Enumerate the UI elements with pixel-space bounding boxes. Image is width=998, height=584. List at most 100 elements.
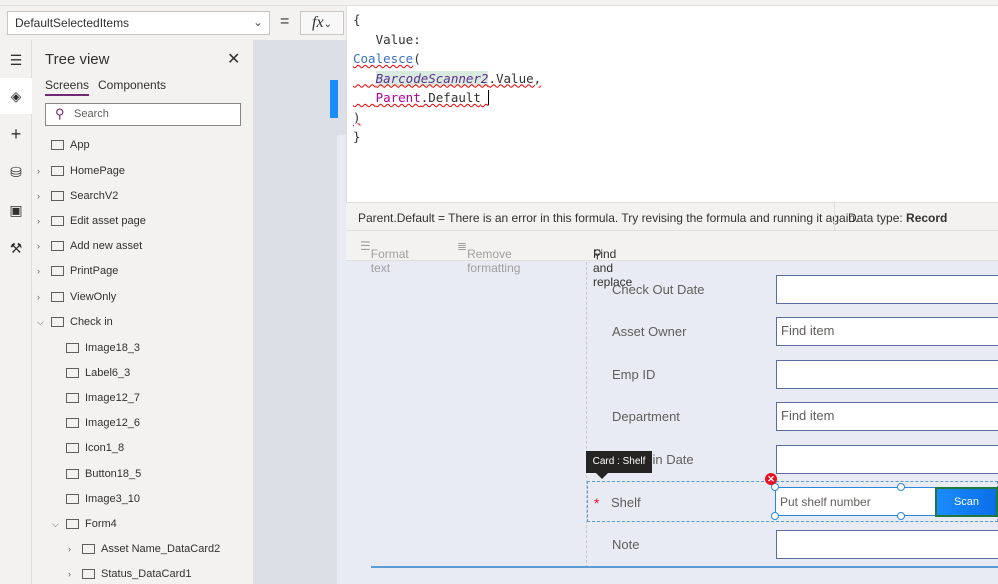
screen-icon (51, 216, 64, 227)
field-label: Check Out Date (612, 282, 705, 297)
left-rail: ☰ ◈ + ⛁ ▣ ⚒ (0, 40, 32, 584)
error-message: Parent.Default = There is an error in th… (358, 211, 859, 225)
error-icon[interactable]: ✕ (765, 473, 777, 485)
button-icon (66, 469, 79, 480)
tree-view-title: Tree view (45, 51, 110, 68)
tree-item-label: Image12_7 (85, 392, 141, 404)
resize-handle[interactable] (897, 483, 905, 491)
field-input[interactable]: Find item (776, 317, 998, 346)
chevron-down-icon: ⌄ (323, 19, 332, 30)
tree-item-label: Button18_5 (85, 468, 142, 480)
resize-handle[interactable] (771, 512, 779, 520)
label-icon (66, 368, 79, 379)
field-label: Emp ID (612, 367, 656, 382)
formula-editor[interactable]: { Value: Coalesce( BarcodeScanner2.Value… (346, 6, 998, 202)
tree-item[interactable]: › Status_DataCard1 (68, 564, 192, 584)
tree-item[interactable]: › SearchV2 (37, 186, 119, 206)
screen-icon (51, 292, 64, 303)
tree-item[interactable]: Image12_6 (66, 413, 140, 433)
tree-item[interactable]: › Asset Name_DataCard2 (68, 539, 220, 559)
field-input[interactable] (776, 445, 998, 474)
tree-item[interactable]: Label6_3 (66, 363, 130, 383)
tree-item-label: Edit asset page (70, 215, 146, 227)
resize-handle[interactable] (897, 512, 905, 520)
tree-item-label: Icon1_8 (85, 442, 125, 454)
screen-icon (51, 166, 64, 177)
chevron-right-icon[interactable]: › (37, 186, 40, 206)
search-icon: ⚲ (55, 106, 65, 121)
tree-item[interactable]: Image12_7 (66, 388, 140, 408)
tree-view-panel: Tree view ✕ Screens Components ⚲ Search A… (33, 40, 254, 584)
screen-icon (51, 191, 64, 202)
property-dropdown[interactable]: DefaultSelectedItems ⌄ (7, 11, 270, 35)
image-icon (66, 343, 79, 354)
formula-code[interactable]: { Value: Coalesce( BarcodeScanner2.Value… (353, 10, 541, 147)
tree-item[interactable]: ⌵ Form4 (52, 514, 117, 534)
chevron-down-icon[interactable]: ⌵ (37, 312, 44, 332)
shelf-input[interactable]: Put shelf number (775, 487, 937, 516)
required-mark: * (594, 495, 600, 511)
tree-item-label: Add new asset (70, 240, 143, 252)
tree-item[interactable]: › ViewOnly (37, 287, 116, 307)
property-name: DefaultSelectedItems (15, 16, 130, 30)
form-card: Check Out Date Asset Owner Find item Emp ID… (586, 262, 998, 568)
tab-screens[interactable]: Screens (45, 78, 90, 96)
tree-item[interactable]: Icon1_8 (66, 438, 124, 458)
tree-item[interactable]: › HomePage (37, 161, 126, 181)
layers-icon[interactable]: ◈ (0, 78, 32, 114)
icons-icon (66, 443, 79, 454)
field-input[interactable]: Find item (776, 402, 998, 431)
chevron-right-icon[interactable]: › (37, 261, 40, 281)
search-placeholder: Search (74, 108, 109, 120)
tree-item-label: Label6_3 (85, 367, 131, 379)
tree-item[interactable]: › PrintPage (37, 261, 119, 281)
tree-item[interactable]: ⌵ Check in (37, 312, 113, 332)
field-input[interactable] (776, 360, 998, 389)
close-icon[interactable]: ✕ (227, 49, 240, 69)
screen-icon (51, 266, 64, 277)
tree-item[interactable]: Image18_3 (66, 338, 140, 358)
card-icon (82, 569, 95, 580)
database-icon[interactable]: ⛁ (0, 154, 32, 190)
app-icon (51, 140, 64, 151)
tree-item-label: Form4 (85, 518, 117, 530)
tree-item[interactable]: Button18_5 (66, 464, 141, 484)
tree-item-label: Image12_6 (85, 417, 141, 429)
tree-item-label: HomePage (70, 165, 126, 177)
remove-formatting-button[interactable]: ≣ Remove formatting (457, 239, 520, 275)
chevron-right-icon[interactable]: › (37, 236, 40, 256)
shelf-label: Shelf (611, 495, 641, 510)
chevron-right-icon[interactable]: › (68, 564, 71, 584)
tree-item[interactable]: Image3_10 (66, 489, 140, 509)
fx-button[interactable]: fx⌄ (300, 11, 344, 35)
chevron-down-icon[interactable]: ⌵ (52, 514, 59, 534)
tree-item[interactable]: App (51, 135, 90, 155)
tree-item-label: Image3_10 (85, 493, 141, 505)
tree-item-label: Image18_3 (85, 342, 141, 354)
tree-item-label: PrintPage (70, 265, 119, 277)
fx-icon: fx (312, 14, 324, 31)
tree-item[interactable]: › Add new asset (37, 236, 143, 256)
hamburger-menu-icon[interactable]: ☰ (0, 42, 32, 78)
tree-item-label: App (70, 139, 90, 151)
field-input[interactable] (776, 275, 998, 304)
tree-item[interactable]: › Edit asset page (37, 211, 146, 231)
field-label: Note (612, 537, 640, 552)
format-text-button[interactable]: ☰ Format text (360, 239, 409, 275)
tab-components[interactable]: Components (98, 78, 166, 92)
chevron-right-icon[interactable]: › (37, 211, 40, 231)
form-border (371, 566, 998, 568)
media-icon[interactable]: ▣ (0, 192, 32, 228)
screen-icon (51, 317, 64, 328)
plus-icon[interactable]: + (0, 116, 32, 152)
search-input[interactable]: ⚲ Search (45, 103, 241, 126)
chevron-right-icon[interactable]: › (37, 287, 40, 307)
scan-button[interactable]: Scan (935, 487, 998, 517)
image-icon (66, 393, 79, 404)
chevron-right-icon[interactable]: › (68, 539, 71, 559)
tools-icon[interactable]: ⚒ (0, 230, 32, 266)
chevron-right-icon[interactable]: › (37, 161, 40, 181)
field-input[interactable] (776, 530, 998, 559)
field-label: Department (612, 409, 680, 424)
tree-item-label: SearchV2 (70, 190, 119, 202)
